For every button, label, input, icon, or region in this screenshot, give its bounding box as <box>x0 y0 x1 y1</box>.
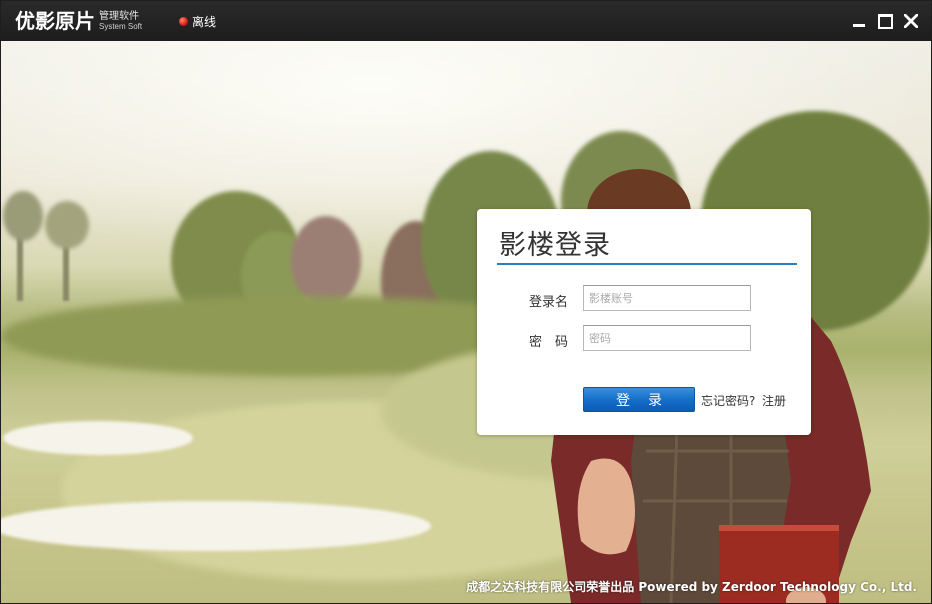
status-text: 离线 <box>192 15 217 29</box>
connection-status: 离线 <box>179 13 216 30</box>
username-label: 登录名 <box>529 295 569 310</box>
login-title: 影楼登录 <box>499 230 611 261</box>
tree <box>291 216 361 306</box>
logo-subtitle-cn: 管理软件 <box>99 11 139 22</box>
tree <box>3 191 43 241</box>
minimize-icon[interactable] <box>849 11 869 31</box>
logo-subtitle: 管理软件 System Soft <box>99 12 142 32</box>
app-logo: 优影原片 管理软件 System Soft <box>15 7 142 35</box>
app-window: 优影原片 管理软件 System Soft 离线 影楼登录 登录名 影楼账号 密… <box>0 0 932 604</box>
register-link[interactable]: 注册 <box>762 392 786 409</box>
copyright-footer: 成都之达科技有限公司荣誉出品 Powered by Zerdoor Techno… <box>466 580 917 594</box>
maximize-icon[interactable] <box>875 11 895 31</box>
tree <box>45 201 89 249</box>
password-label: 密 码 <box>529 335 569 350</box>
title-bar[interactable]: 优影原片 管理软件 System Soft 离线 <box>1 1 931 41</box>
forgot-password-link[interactable]: 忘记密码? <box>701 392 755 409</box>
logo-title: 优影原片 <box>15 9 95 33</box>
title-divider <box>497 263 797 265</box>
login-panel: 影楼登录 登录名 密 码 登录 忘记密码? 注册 <box>477 209 811 435</box>
sand-bunker <box>1 501 431 551</box>
login-button[interactable]: 登录 <box>583 387 695 412</box>
window-controls <box>849 11 921 31</box>
close-icon[interactable] <box>901 11 921 31</box>
status-dot-icon <box>179 17 188 26</box>
password-input[interactable] <box>583 325 751 351</box>
sand-bunker <box>3 421 193 455</box>
logo-subtitle-en: System Soft <box>99 22 143 31</box>
username-input[interactable] <box>583 285 751 311</box>
